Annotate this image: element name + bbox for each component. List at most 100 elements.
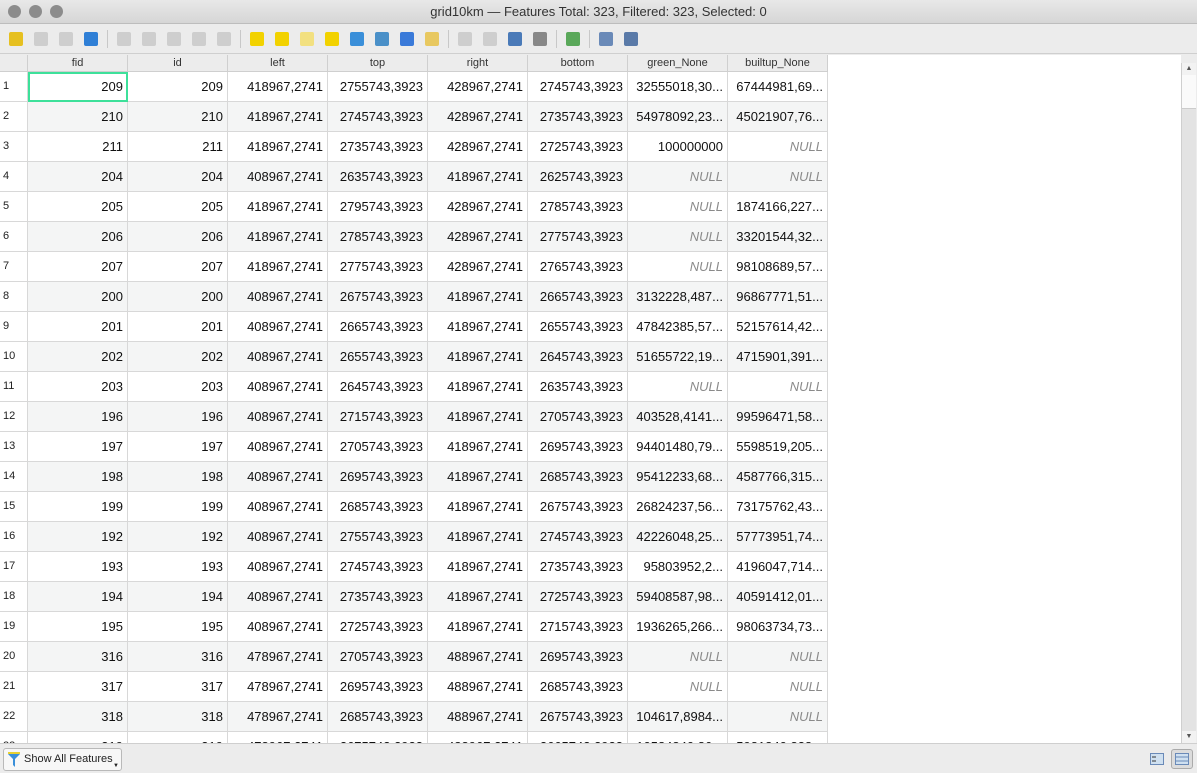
cell-green-none[interactable]: NULL [628,252,728,282]
cell-green-none[interactable]: 51655722,19... [628,342,728,372]
column-header-top[interactable]: top [328,55,428,72]
cell-green-none[interactable]: 42226048,25... [628,522,728,552]
cell-right[interactable]: 418967,2741 [428,582,528,612]
table-row[interactable]: 20 316 316 478967,2741 2705743,3923 488967,27… [0,642,828,672]
cell-top[interactable]: 2675743,3923 [328,282,428,312]
cell-top[interactable]: 2695743,3923 [328,462,428,492]
conditional-formatting-button[interactable] [563,29,583,49]
table-row[interactable]: 21 317 317 478967,2741 2695743,3923 488967,27… [0,672,828,702]
row-number[interactable]: 18 [0,582,28,612]
cell-right[interactable]: 488967,2741 [428,642,528,672]
cell-top[interactable]: 2645743,3923 [328,372,428,402]
column-header-id[interactable]: id [128,55,228,72]
cell-builtup-none[interactable]: 73175762,43... [728,492,828,522]
cell-left[interactable]: 408967,2741 [228,522,328,552]
cell-left[interactable]: 408967,2741 [228,372,328,402]
cell-builtup-none[interactable]: 5598519,205... [728,432,828,462]
cell-builtup-none[interactable]: NULL [728,702,828,732]
cell-green-none[interactable]: 59408587,98... [628,582,728,612]
cell-right[interactable]: 418967,2741 [428,522,528,552]
vertical-scrollbar[interactable]: ▲ ▼ [1181,63,1196,743]
cell-top[interactable]: 2665743,3923 [328,312,428,342]
cell-left[interactable]: 408967,2741 [228,582,328,612]
cell-left[interactable]: 418967,2741 [228,132,328,162]
cell-builtup-none[interactable]: NULL [728,672,828,702]
table-row[interactable]: 4 204 204 408967,2741 2635743,3923 418967,274… [0,162,828,192]
cell-id[interactable]: 211 [128,132,228,162]
cell-right[interactable]: 428967,2741 [428,252,528,282]
cell-right[interactable]: 488967,2741 [428,732,528,743]
cell-id[interactable]: 196 [128,402,228,432]
cell-bottom[interactable]: 2715743,3923 [528,612,628,642]
cell-id[interactable]: 197 [128,432,228,462]
cell-fid[interactable]: 202 [28,342,128,372]
cell-right[interactable]: 428967,2741 [428,72,528,102]
cell-bottom[interactable]: 2785743,3923 [528,192,628,222]
cell-green-none[interactable]: 94401480,79... [628,432,728,462]
cell-right[interactable]: 418967,2741 [428,552,528,582]
cell-left[interactable]: 408967,2741 [228,612,328,642]
actions-button[interactable] [621,29,641,49]
cell-fid[interactable]: 197 [28,432,128,462]
cell-green-none[interactable]: NULL [628,192,728,222]
cell-right[interactable]: 418967,2741 [428,312,528,342]
new-field-button[interactable] [455,29,475,49]
minimize-window-button[interactable] [29,5,42,18]
cell-builtup-none[interactable]: 1874166,227... [728,192,828,222]
cell-green-none[interactable]: 95412233,68... [628,462,728,492]
cell-bottom[interactable]: 2725743,3923 [528,582,628,612]
cell-bottom[interactable]: 2655743,3923 [528,312,628,342]
column-header-green-none[interactable]: green_None [628,55,728,72]
cell-left[interactable]: 408967,2741 [228,162,328,192]
cell-builtup-none[interactable]: 96867771,51... [728,282,828,312]
cell-right[interactable]: 428967,2741 [428,102,528,132]
cell-right[interactable]: 488967,2741 [428,672,528,702]
cell-green-none[interactable]: 26824237,56... [628,492,728,522]
cell-bottom[interactable]: 2665743,3923 [528,732,628,743]
cell-right[interactable]: 428967,2741 [428,192,528,222]
row-number[interactable]: 16 [0,522,28,552]
row-number[interactable]: 17 [0,552,28,582]
row-number[interactable]: 21 [0,672,28,702]
table-row[interactable]: 17 193 193 408967,2741 2745743,3923 418967,27… [0,552,828,582]
cell-id[interactable]: 193 [128,552,228,582]
row-number[interactable]: 4 [0,162,28,192]
cell-bottom[interactable]: 2685743,3923 [528,672,628,702]
cell-fid[interactable]: 319 [28,732,128,743]
scroll-down-button[interactable]: ▼ [1182,731,1196,743]
table-row[interactable]: 15 199 199 408967,2741 2685743,3923 418967,27… [0,492,828,522]
invert-selection-button[interactable] [297,29,317,49]
reload-button[interactable] [81,29,101,49]
cell-right[interactable]: 428967,2741 [428,132,528,162]
cell-top[interactable]: 2735743,3923 [328,582,428,612]
table-row[interactable]: 19 195 195 408967,2741 2725743,3923 418967,27… [0,612,828,642]
table-view-button[interactable] [1171,749,1193,769]
cell-green-none[interactable]: 54978092,23... [628,102,728,132]
cell-id[interactable]: 206 [128,222,228,252]
cell-left[interactable]: 408967,2741 [228,552,328,582]
cell-bottom[interactable]: 2685743,3923 [528,462,628,492]
cell-id[interactable]: 194 [128,582,228,612]
cell-top[interactable]: 2755743,3923 [328,72,428,102]
cell-top[interactable]: 2685743,3923 [328,492,428,522]
table-row[interactable]: 11 203 203 408967,2741 2645743,3923 418967,27… [0,372,828,402]
cell-green-none[interactable]: 10584840,86... [628,732,728,743]
cell-builtup-none[interactable]: 4587766,315... [728,462,828,492]
row-number[interactable]: 12 [0,402,28,432]
save-edits-button[interactable] [56,29,76,49]
table-row[interactable]: 6 206 206 418967,2741 2785743,3923 428967,274… [0,222,828,252]
cell-top[interactable]: 2695743,3923 [328,672,428,702]
select-by-expression-button[interactable] [247,29,267,49]
cell-top[interactable]: 2785743,3923 [328,222,428,252]
cell-green-none[interactable]: NULL [628,162,728,192]
cell-green-none[interactable]: 47842385,57... [628,312,728,342]
cell-left[interactable]: 408967,2741 [228,402,328,432]
cell-left[interactable]: 478967,2741 [228,732,328,743]
table-row[interactable]: 7 207 207 418967,2741 2775743,3923 428967,274… [0,252,828,282]
select-all-button[interactable] [272,29,292,49]
cell-top[interactable]: 2705743,3923 [328,642,428,672]
cell-bottom[interactable]: 2675743,3923 [528,702,628,732]
cell-right[interactable]: 488967,2741 [428,702,528,732]
row-number[interactable]: 8 [0,282,28,312]
toggle-editing-button[interactable] [6,29,26,49]
